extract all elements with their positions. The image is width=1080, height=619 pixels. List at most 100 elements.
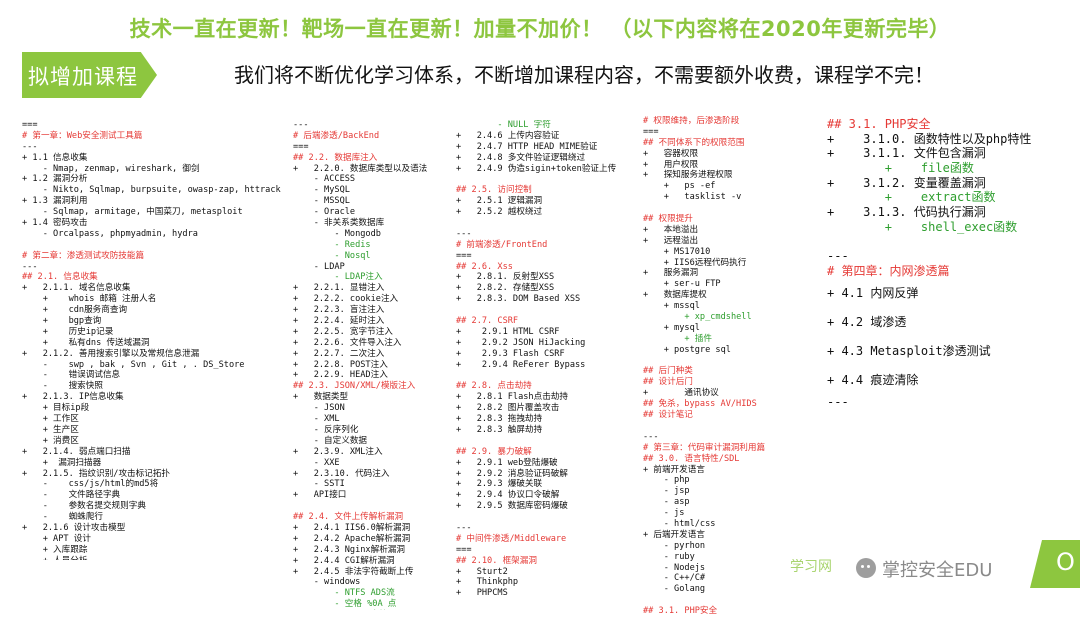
outline-line: + 远程溢出: [643, 235, 699, 246]
outline-line: + 2.1.4. 弱点端口扫描: [22, 446, 131, 457]
outline-line: + 2.2.7. 二次注入: [293, 348, 385, 359]
outline-line: + 2.4.9 伪造sigin+token验证上传: [456, 163, 617, 174]
outline-line: ---: [22, 261, 38, 272]
outline-line: ## 后门种类: [643, 366, 693, 377]
section-badge: 拟增加课程: [22, 52, 157, 98]
outline-line: + 人员分析: [22, 556, 292, 560]
outline-line: # 后端渗透/BackEnd: [293, 130, 380, 141]
outline-line: ---: [456, 522, 472, 533]
outline-line: + 2.1.6 设计攻击模型: [22, 522, 126, 533]
outline-line: - 文件路径字典: [22, 490, 121, 501]
outline-line: [456, 218, 642, 229]
outline-column-5: ## 3.1. PHP安全 + 3.1.0. 函数特性以及php特性 + 3.1.1…: [827, 117, 1067, 437]
outline-line: [456, 305, 642, 316]
outline-line: # 中间件渗透/Middleware: [456, 533, 567, 544]
outline-line: - css/js/html的md5将: [22, 479, 159, 490]
outline-line: ## 3.1. PHP安全: [827, 117, 931, 131]
outline-line: - XML: [293, 414, 340, 425]
outline-line: - js: [643, 508, 685, 519]
outline-line: + 2.4.8 多文件验证逻辑绕过: [456, 152, 586, 163]
outline-line: + 历史ip记录: [22, 326, 114, 337]
outline-line: - Golang: [643, 584, 706, 595]
outline-line: - 空格 %0A 点: [293, 599, 397, 610]
outline-line: + tasklist -v: [643, 192, 742, 203]
watermark-brand: 掌控安全EDU: [882, 560, 993, 581]
outline-line: + whois 邮箱 注册人名: [22, 294, 157, 305]
outline-line: + Sturt2: [456, 566, 508, 577]
outline-line: + 2.8.1 Flash点击劫持: [456, 392, 568, 403]
outline-line: + 3.1.2. 变量覆盖漏洞: [827, 175, 986, 190]
outline-line: ===: [456, 250, 472, 261]
outline-line: - NTFS ADS流: [293, 588, 395, 599]
outline-line: + PHPCMS: [456, 588, 508, 599]
outline-column-3: - NULL 字符 + 2.4.6 上传内容验证 + 2.4.7 HTTP HEAD…: [456, 120, 642, 605]
outline-line: # 第四章：内网渗透篇: [827, 263, 950, 278]
outline-line: + 插件: [643, 333, 712, 344]
outline-line: + 2.9.2 消息验证码破解: [456, 468, 568, 479]
outline-line: + 2.8.2. 存储型XSS: [456, 283, 555, 294]
outline-line: + shell_exec函数: [827, 219, 1018, 234]
outline-line: + 消费区: [22, 435, 79, 446]
outline-line: + 2.2.0. 数据库类型以及语法: [293, 163, 428, 174]
outline-line: + xp_cmdshell: [643, 312, 752, 323]
outline-line: + 2.8.3 触屏劫持: [456, 424, 543, 435]
outline-line: + 2.8.1. 反射型XSS: [456, 272, 555, 283]
outline-line: - MySQL: [293, 185, 350, 196]
outline-line: + 后端开发语言: [643, 529, 705, 540]
badge-label: 拟增加课程: [28, 65, 138, 89]
outline-line: - ACCESS: [293, 174, 356, 185]
outline-line: - LDAP: [293, 261, 345, 272]
headline: 技术一直在更新！靶场一直在更新！加量不加价！ （以下内容将在2020年更新完毕）: [129, 17, 951, 41]
outline-line: + 2.1.3. IP信息收集: [22, 392, 124, 403]
outline-line: - MSSQL: [293, 196, 350, 207]
outline-line: - Mongodb: [293, 228, 381, 239]
outline-line: + Thinkphp: [456, 577, 519, 588]
outline-line: + 2.9.5 数据库密码爆破: [456, 501, 568, 512]
outline-line: + 2.2.1. 显错注入: [293, 283, 385, 294]
outline-line: ## 2.10. 框架漏洞: [456, 555, 537, 566]
outline-line: + 4.2 域渗透: [827, 314, 907, 329]
outline-line: ===: [22, 120, 38, 130]
outline-line: # 第二章：渗透测试攻防技能篇: [22, 250, 145, 261]
outline-line: ## 不同体系下的权限范围: [643, 137, 745, 148]
outline-line: - Oracle: [293, 207, 356, 218]
outline-line: ---: [827, 394, 849, 409]
outline-line: [293, 501, 455, 512]
outline-line: + 前端开发语言: [643, 464, 705, 475]
outline-line: ## 2.7. CSRF: [456, 316, 519, 327]
outline-line: ---: [22, 141, 38, 152]
outline-line: + 数据类型: [293, 392, 349, 403]
outline-line: # 第三章：代码审计漏洞利用篇: [643, 442, 766, 453]
outline-line: + API接口: [293, 490, 347, 501]
outline-line: ## 权限提升: [643, 214, 693, 225]
outline-line: # 第一章：Web安全测试工具篇: [22, 130, 143, 141]
outline-line: ---: [293, 120, 309, 130]
outline-line: + IIS6远程代码执行: [643, 257, 747, 268]
outline-line: [643, 595, 823, 606]
outline-line: ## 2.2. 数据库注入: [293, 152, 378, 163]
outline-line: ## 3.0. 语言特性/SDL: [643, 453, 740, 464]
outline-line: ===: [293, 141, 309, 152]
outline-line: + 2.4.2 Apache解析漏洞: [293, 533, 411, 544]
outline-line: + 2.1.5. 指纹识别/攻击标记拓扑: [22, 468, 171, 479]
outline-line: ## 设计后门: [643, 377, 693, 388]
outline-line: + 2.4.5 非法字符截断上传: [293, 566, 414, 577]
outline-line: + 1.1 信息收集: [22, 152, 88, 163]
outline-line: - 蜘蛛爬行: [22, 512, 103, 523]
outline-line: + 2.9.1 web登陆爆破: [456, 457, 558, 468]
outline-line: - windows: [293, 577, 361, 588]
outline-line: + postgre sql: [643, 344, 731, 355]
outline-line: ## 2.4. 文件上传解析漏洞: [293, 512, 404, 523]
outline-line: + 3.1.3. 代码执行漏洞: [827, 205, 986, 220]
outline-line: + 2.2.8. POST注入: [293, 359, 388, 370]
outline-line: - Sqlmap, armitage, 中国菜刀, metasploit: [22, 207, 243, 218]
outline-line: + 2.2.3. 盲注注入: [293, 305, 385, 316]
outline-line: [456, 436, 642, 447]
outline-line: + 2.8.3. DOM Based XSS: [456, 294, 581, 305]
outline-line: - 搜索快照: [22, 381, 103, 392]
outline-line: - Nikto, Sqlmap, burpsuite, owasp-zap, h…: [22, 185, 281, 196]
outline-line: - Nmap, zenmap, wireshark, 御剑: [22, 163, 200, 174]
outline-line: - Nosql: [293, 250, 371, 261]
outline-line: ## 3.1. PHP安全: [643, 606, 718, 616]
outline-line: - 参数名提交规则字典: [22, 501, 146, 512]
